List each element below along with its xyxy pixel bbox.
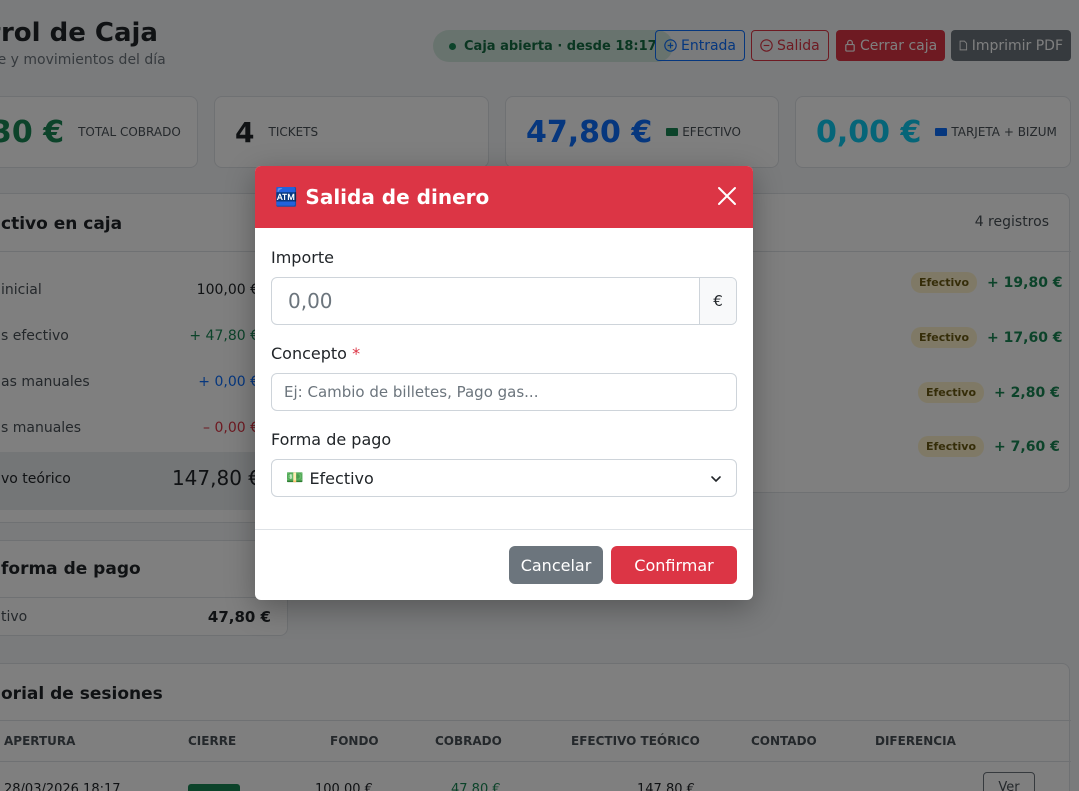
salida-modal: 🏧 Salida de dinero Importe 0,00 € Concep… <box>255 166 753 600</box>
atm-icon: 🏧 <box>275 186 298 208</box>
close-icon[interactable] <box>715 184 739 208</box>
forma-pago-select[interactable]: 💵 Efectivo <box>271 459 737 497</box>
modal-footer-divider <box>255 529 753 530</box>
modal-header: 🏧 Salida de dinero <box>255 166 753 228</box>
concepto-input[interactable]: Ej: Cambio de billetes, Pago gas... <box>271 373 737 411</box>
importe-label: Importe <box>271 248 334 267</box>
forma-pago-label: Forma de pago <box>271 430 392 449</box>
importe-input[interactable]: 0,00 <box>272 278 699 324</box>
required-mark: * <box>352 344 361 363</box>
concepto-placeholder: Ej: Cambio de billetes, Pago gas... <box>284 383 539 401</box>
chevron-down-icon <box>711 476 721 483</box>
modal-title: Salida de dinero <box>305 185 490 209</box>
importe-input-group: 0,00 € <box>271 277 737 325</box>
currency-addon: € <box>699 278 736 324</box>
cancel-button[interactable]: Cancelar <box>509 546 603 584</box>
confirm-button[interactable]: Confirmar <box>611 546 737 584</box>
banknote-icon: 💵 <box>286 470 304 486</box>
forma-pago-value: Efectivo <box>309 468 374 488</box>
concepto-label: Concepto * <box>271 344 361 363</box>
